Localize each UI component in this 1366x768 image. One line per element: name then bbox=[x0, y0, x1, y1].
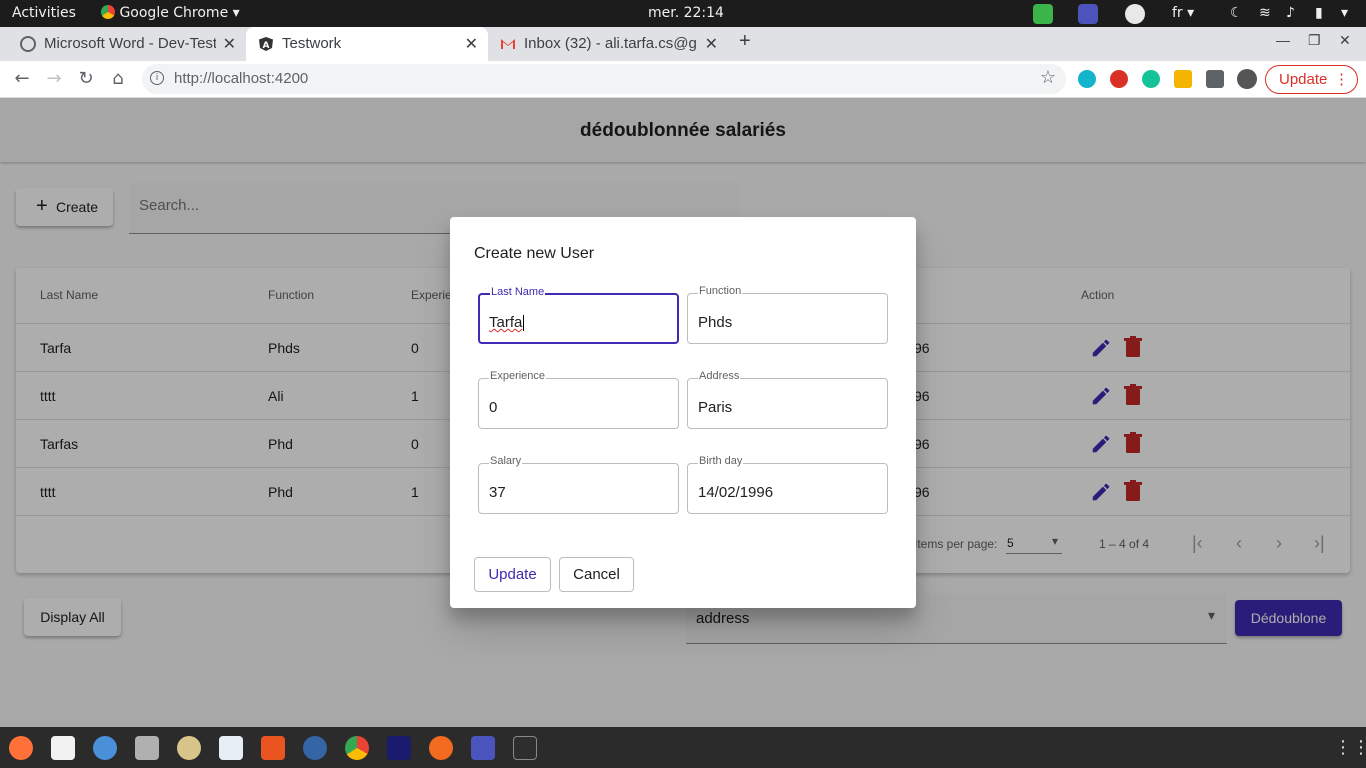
close-tab-icon[interactable]: ✕ bbox=[705, 34, 718, 54]
postman-icon[interactable] bbox=[429, 736, 453, 760]
night-light-icon[interactable]: ☾ bbox=[1230, 5, 1243, 21]
app-name: Google Chrome bbox=[119, 5, 229, 21]
salary-input[interactable]: 37 bbox=[489, 484, 506, 501]
url-text: http://localhost:4200 bbox=[174, 70, 309, 87]
update-label: Update bbox=[1279, 71, 1328, 88]
system-top-bar: Activities Google Chrome ▾ mer. 22:14 fr… bbox=[0, 0, 1366, 27]
restore-icon[interactable]: ❐ bbox=[1308, 32, 1321, 49]
address-input[interactable]: Paris bbox=[698, 399, 732, 416]
chrome-icon bbox=[101, 5, 115, 19]
battery-icon[interactable]: ▮ bbox=[1315, 5, 1323, 21]
wifi-icon[interactable]: ≋ bbox=[1259, 5, 1271, 21]
files-icon[interactable] bbox=[135, 736, 159, 760]
system-menu-chevron-icon[interactable]: ▾ bbox=[1341, 5, 1348, 21]
tab-label: Microsoft Word - Dev-Test bbox=[44, 35, 216, 52]
birthday-field[interactable]: Birth day 14/02/1996 bbox=[687, 455, 888, 514]
create-user-dialog: Create new User Last Name Tarfa Function… bbox=[450, 217, 916, 608]
grammarly-icon[interactable] bbox=[1142, 70, 1160, 88]
cancel-button[interactable]: Cancel bbox=[559, 557, 634, 592]
close-tab-icon[interactable]: ✕ bbox=[465, 34, 478, 54]
function-input[interactable]: Phds bbox=[698, 314, 732, 331]
function-label: Function bbox=[698, 285, 743, 297]
angular-icon: A bbox=[258, 36, 274, 52]
close-window-icon[interactable]: ✕ bbox=[1339, 32, 1351, 49]
slack-icon[interactable] bbox=[1125, 4, 1145, 24]
libreoffice-writer-icon[interactable] bbox=[219, 736, 243, 760]
activities-button[interactable]: Activities bbox=[12, 5, 76, 21]
info-icon[interactable]: i bbox=[150, 71, 164, 85]
gmail-icon bbox=[500, 36, 516, 52]
firefox-icon[interactable] bbox=[9, 736, 33, 760]
terminal-icon[interactable] bbox=[513, 736, 537, 760]
address-bar[interactable]: i http://localhost:4200 ☆ bbox=[142, 64, 1066, 94]
tab-strip: Microsoft Word - Dev-Test ✕ A Testwork ✕… bbox=[0, 27, 1366, 61]
minimize-icon[interactable]: — bbox=[1276, 32, 1290, 48]
extension-w-icon[interactable] bbox=[1174, 70, 1192, 88]
experience-input[interactable]: 0 bbox=[489, 399, 497, 416]
software-center-icon[interactable] bbox=[261, 736, 285, 760]
close-tab-icon[interactable]: ✕ bbox=[223, 34, 236, 54]
input-language[interactable]: fr ▾ bbox=[1172, 5, 1194, 21]
experience-label: Experience bbox=[489, 370, 547, 382]
last-name-input[interactable]: Tarfa bbox=[489, 314, 525, 332]
last-name-value: Tarfa bbox=[489, 314, 523, 331]
rhythmbox-icon[interactable] bbox=[177, 736, 201, 760]
chevron-down-icon: ▾ bbox=[232, 5, 240, 21]
globe-icon bbox=[20, 36, 36, 52]
app-menu[interactable]: Google Chrome ▾ bbox=[101, 5, 240, 21]
tab-word[interactable]: Microsoft Word - Dev-Test ✕ bbox=[8, 27, 246, 61]
new-tab-icon[interactable]: + bbox=[739, 30, 751, 53]
browser-toolbar: ← → ↻ ⌂ i http://localhost:4200 ☆ Update… bbox=[0, 61, 1366, 98]
experience-field[interactable]: Experience 0 bbox=[478, 370, 679, 429]
thunderbird-icon[interactable] bbox=[93, 736, 117, 760]
chrome-update-button[interactable]: Update ⋮ bbox=[1265, 65, 1358, 94]
language-label: fr bbox=[1172, 5, 1183, 21]
update-button[interactable]: Update bbox=[474, 557, 551, 592]
clock[interactable]: mer. 22:14 bbox=[648, 5, 724, 21]
teams-icon[interactable] bbox=[1078, 4, 1098, 24]
function-field[interactable]: Function Phds bbox=[687, 285, 888, 344]
help-icon[interactable] bbox=[303, 736, 327, 760]
tab-label: Testwork bbox=[282, 35, 342, 52]
text-caret bbox=[523, 315, 525, 332]
tab-label: Inbox (32) - ali.tarfa.cs@gmail.com bbox=[524, 35, 696, 52]
teams-icon[interactable] bbox=[471, 736, 495, 760]
back-icon[interactable]: ← bbox=[12, 69, 32, 89]
extension-hand-icon[interactable] bbox=[1110, 70, 1128, 88]
svg-text:A: A bbox=[263, 41, 270, 51]
last-name-field[interactable]: Last Name Tarfa bbox=[478, 286, 679, 344]
home-icon[interactable]: ⌂ bbox=[108, 69, 128, 89]
profile-avatar[interactable] bbox=[1237, 69, 1257, 89]
chevron-down-icon: ▾ bbox=[1187, 5, 1195, 21]
tab-testwork[interactable]: A Testwork ✕ bbox=[246, 27, 488, 61]
intellij-icon[interactable] bbox=[387, 736, 411, 760]
more-vert-icon: ⋮ bbox=[1334, 71, 1349, 88]
amazon-icon[interactable] bbox=[51, 736, 75, 760]
volume-icon[interactable]: ♪ bbox=[1286, 5, 1295, 21]
taskbar-dock: ⋮⋮ bbox=[0, 727, 1366, 768]
extension-m-icon[interactable] bbox=[1078, 70, 1096, 88]
dialog-title: Create new User bbox=[474, 245, 595, 262]
salary-field[interactable]: Salary 37 bbox=[478, 455, 679, 514]
address-field[interactable]: Address Paris bbox=[687, 370, 888, 429]
check-icon[interactable] bbox=[1033, 4, 1053, 24]
bookmark-star-icon[interactable]: ☆ bbox=[1040, 67, 1056, 88]
extensions-puzzle-icon[interactable] bbox=[1206, 70, 1224, 88]
chrome-icon[interactable] bbox=[345, 736, 369, 760]
tab-gmail[interactable]: Inbox (32) - ali.tarfa.cs@gmail.com ✕ bbox=[488, 27, 728, 61]
app-grid-icon[interactable]: ⋮⋮ bbox=[1334, 736, 1366, 760]
birthday-label: Birth day bbox=[698, 455, 744, 467]
birthday-input[interactable]: 14/02/1996 bbox=[698, 484, 773, 501]
forward-icon[interactable]: → bbox=[44, 69, 64, 89]
reload-icon[interactable]: ↻ bbox=[76, 69, 96, 89]
last-name-label: Last Name bbox=[490, 286, 546, 298]
salary-label: Salary bbox=[489, 455, 523, 467]
address-label: Address bbox=[698, 370, 741, 382]
